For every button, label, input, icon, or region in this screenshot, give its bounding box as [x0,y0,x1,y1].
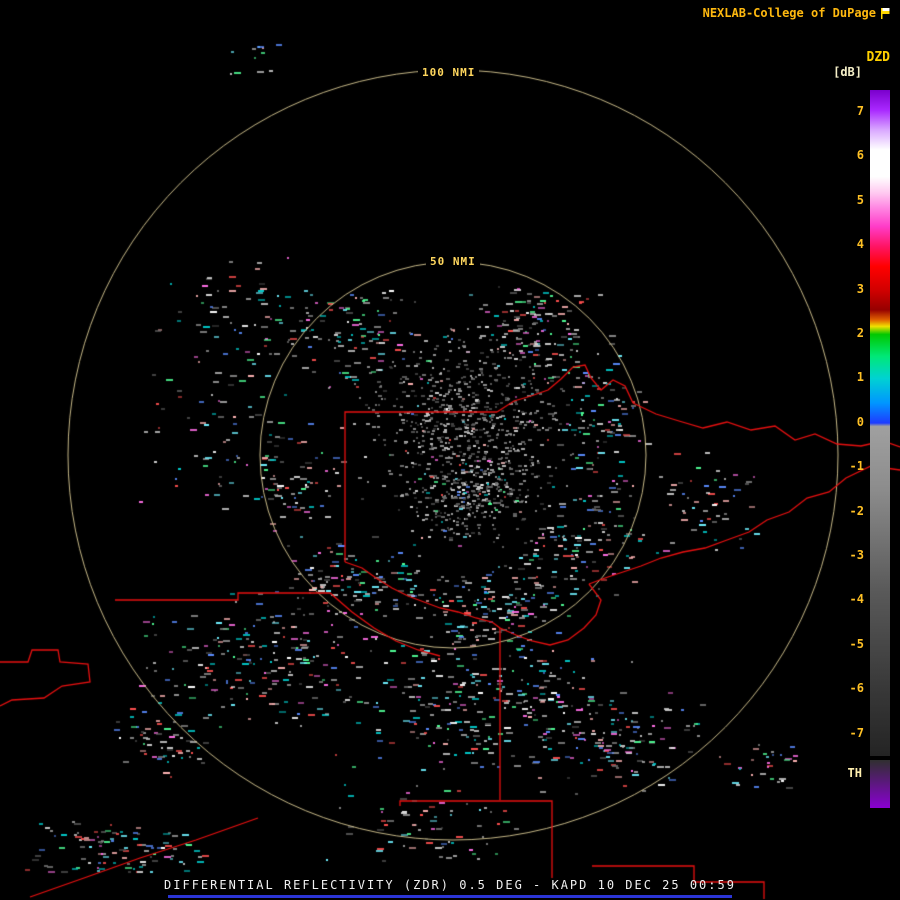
status-bar: DIFFERENTIAL REFLECTIVITY (ZDR) 0.5 DEG … [0,878,900,892]
colorbar-tick-2: 2 [838,326,864,340]
status-underline [168,895,732,898]
colorbar-tick--7: -7 [838,726,864,740]
colorbar-tick--4: -4 [838,592,864,606]
site-title: NEXLAB-College of DuPage [703,6,876,20]
colorbar-tick--3: -3 [838,548,864,562]
product-status-text: DIFFERENTIAL REFLECTIVITY (ZDR) 0.5 DEG … [164,878,736,892]
radar-map-canvas [0,0,900,900]
colorbar-tick-7: 7 [838,104,864,118]
radar-screen: 100 NMI 50 NMI NEXLAB-College of DuPage … [0,0,900,900]
colorbar-tick-6: 6 [838,148,864,162]
colorbar-tick-1: 1 [838,370,864,384]
colorbar-tick--6: -6 [838,681,864,695]
colorbar-threshold-swatch [870,760,890,808]
colorbar-threshold-label: TH [848,766,862,780]
colorbar-tick-3: 3 [838,282,864,296]
range-ring-label-100nmi: 100 NMI [418,66,479,79]
colorbar-product-label: DZD [867,50,890,65]
cod-logo-flag-icon [881,8,892,19]
colorbar-tick-4: 4 [838,237,864,251]
colorbar-tick--1: -1 [838,459,864,473]
colorbar-tick-5: 5 [838,193,864,207]
header: NEXLAB-College of DuPage [703,6,892,20]
colorbar-units-label: [dB] [833,65,862,79]
colorbar-tick--5: -5 [838,637,864,651]
colorbar-gradient [870,90,890,756]
colorbar-tick--2: -2 [838,504,864,518]
colorbar-tick-0: 0 [838,415,864,429]
range-ring-label-50nmi: 50 NMI [426,255,480,268]
